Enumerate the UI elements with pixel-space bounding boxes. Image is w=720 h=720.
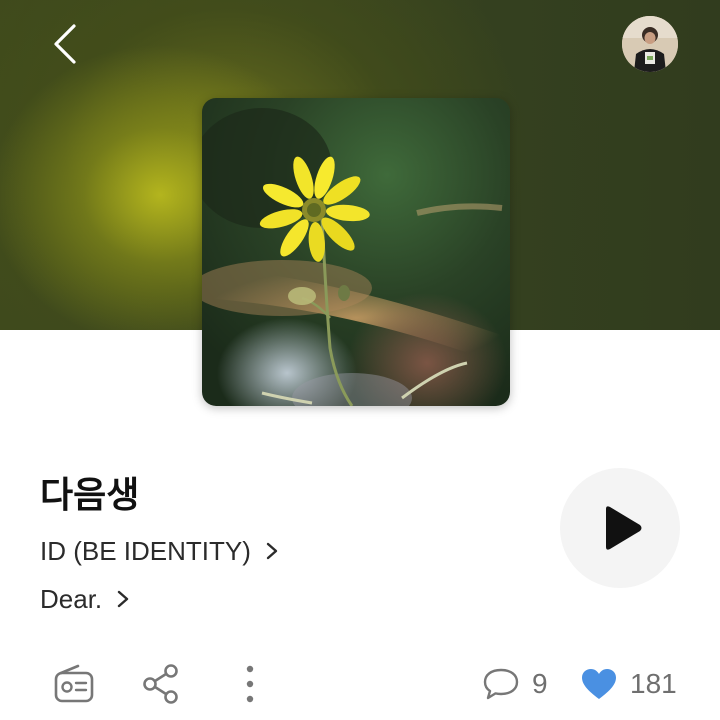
song-title: 다음생 bbox=[40, 475, 140, 516]
comment-bubble-icon bbox=[483, 668, 519, 700]
share-button[interactable] bbox=[139, 662, 183, 706]
more-vertical-icon bbox=[246, 665, 254, 703]
chevron-left-icon bbox=[54, 24, 76, 64]
album-name: Dear. bbox=[40, 584, 103, 614]
artist-link[interactable]: ID (BE IDENTITY) bbox=[40, 534, 279, 568]
chevron-right-icon bbox=[266, 542, 278, 560]
more-options-button[interactable] bbox=[228, 662, 272, 706]
artist-name: ID (BE IDENTITY) bbox=[40, 536, 251, 566]
comments-count: 9 bbox=[532, 668, 548, 699]
avatar[interactable] bbox=[622, 16, 678, 72]
likes-count: 181 bbox=[630, 668, 677, 699]
user-avatar-icon bbox=[622, 16, 678, 72]
album-art[interactable] bbox=[202, 98, 510, 406]
play-button[interactable] bbox=[560, 468, 680, 588]
back-button[interactable] bbox=[44, 20, 88, 68]
radio-button[interactable] bbox=[52, 662, 96, 706]
album-link[interactable]: Dear. bbox=[40, 582, 130, 616]
share-icon bbox=[143, 664, 178, 704]
song-detail-screen: 다음생 ID (BE IDENTITY) Dear. 9 181 bbox=[0, 0, 720, 720]
like-button[interactable]: 181 bbox=[580, 664, 677, 704]
play-icon bbox=[606, 506, 642, 550]
comments-button[interactable]: 9 bbox=[482, 664, 548, 704]
chevron-right-icon bbox=[117, 590, 129, 608]
yellow-flower-photo bbox=[202, 98, 510, 406]
heart-icon bbox=[582, 669, 616, 699]
radio-icon bbox=[54, 664, 94, 703]
